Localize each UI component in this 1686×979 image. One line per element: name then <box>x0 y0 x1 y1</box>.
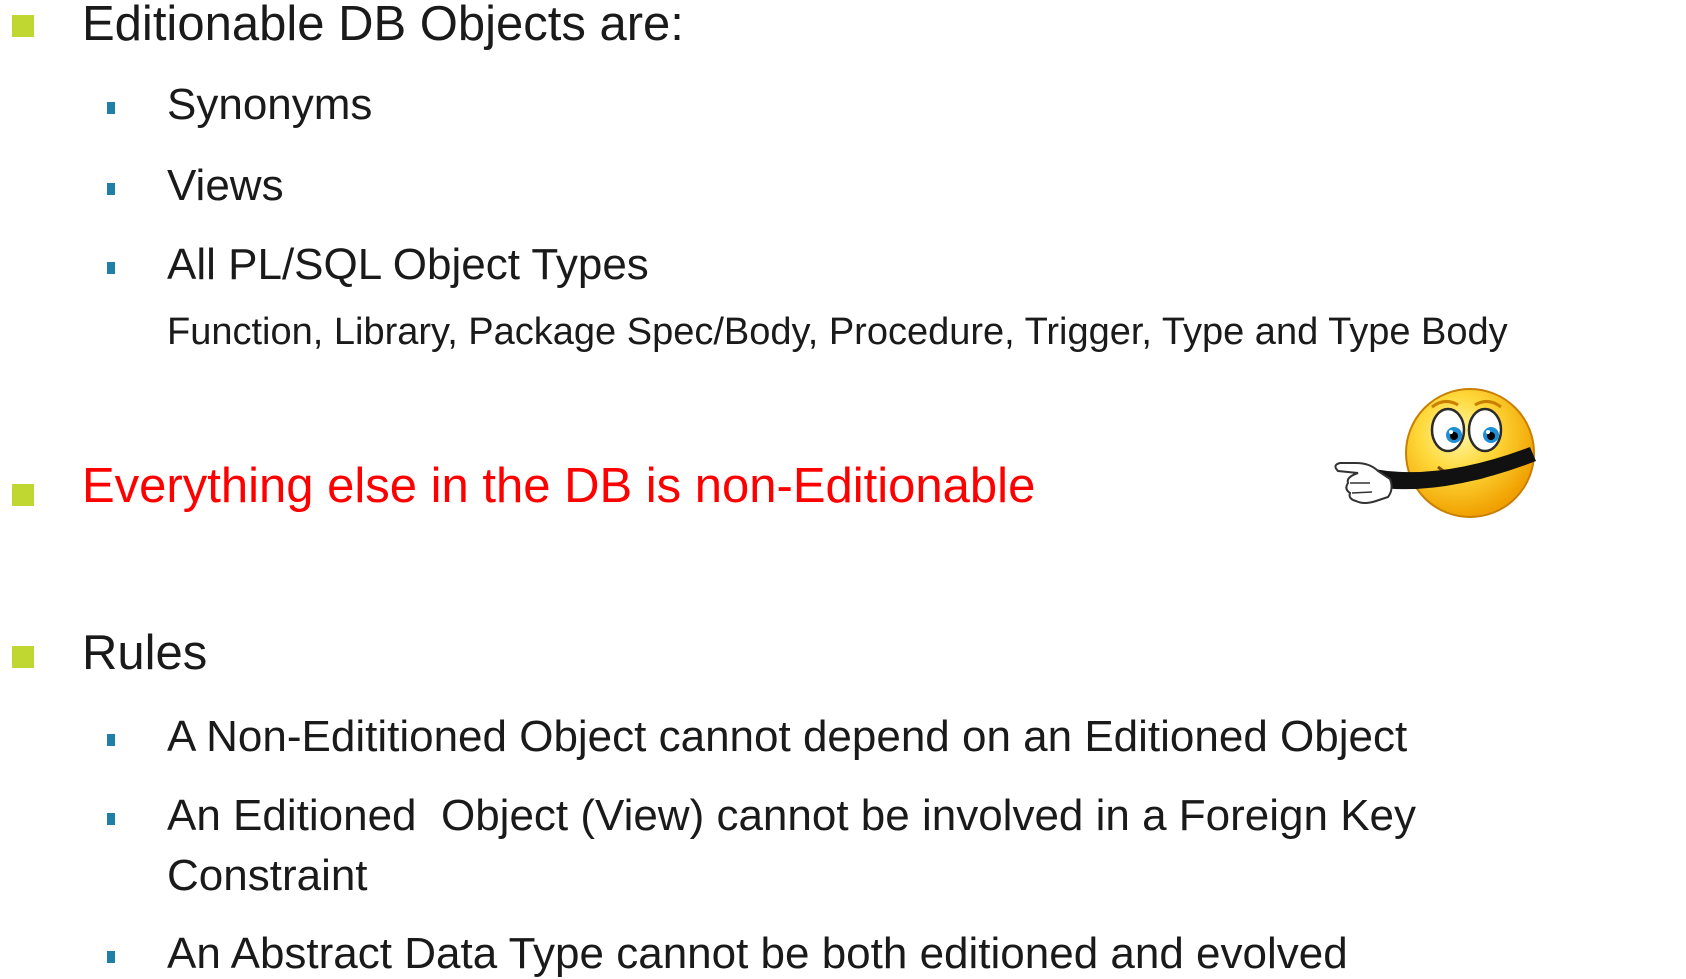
section1-heading: Editionable DB Objects are: <box>82 0 684 51</box>
level2-bullet <box>107 102 115 114</box>
level2-bullet <box>107 183 115 195</box>
non-editionable-heading: Everything else in the DB is non-Edition… <box>82 459 1036 513</box>
rule-item-continued: Constraint <box>167 851 368 900</box>
level1-bullet <box>12 484 34 506</box>
level1-bullet <box>12 646 34 668</box>
plsql-types-detail: Function, Library, Package Spec/Body, Pr… <box>167 311 1508 353</box>
rule-item: An Abstract Data Type cannot be both edi… <box>167 929 1348 978</box>
pointing-smiley-icon <box>1334 388 1536 518</box>
rules-heading: Rules <box>82 626 208 680</box>
level2-bullet <box>107 813 115 825</box>
list-item-views: Views <box>167 161 284 210</box>
level2-bullet <box>107 262 115 274</box>
rule-item: A Non-Edititioned Object cannot depend o… <box>167 712 1408 761</box>
rule-item: An Editioned Object (View) cannot be inv… <box>167 791 1417 840</box>
level2-bullet <box>107 734 115 746</box>
list-item-plsql-types: All PL/SQL Object Types <box>167 240 649 289</box>
level2-bullet <box>107 951 115 963</box>
list-item-synonyms: Synonyms <box>167 80 373 129</box>
level1-bullet <box>12 15 34 37</box>
